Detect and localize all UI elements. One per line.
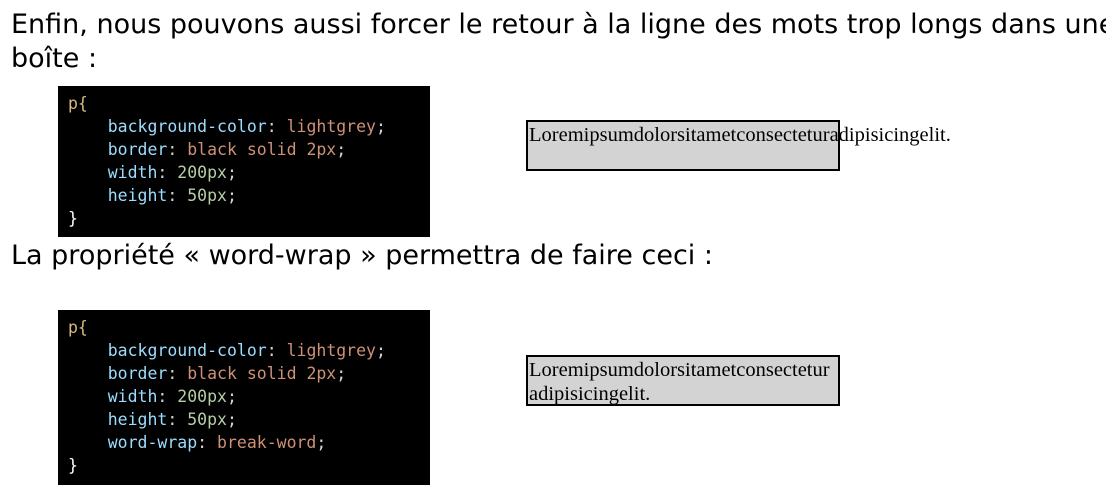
css-selector: p{: [68, 318, 88, 337]
code-line: background-color: lightgrey;: [68, 115, 430, 138]
css-colon: :: [266, 117, 287, 136]
css-property: height: [107, 186, 168, 205]
css-property: width: [107, 163, 158, 182]
word-wrap-paragraph: La propriété « word-wrap » permettra de …: [11, 239, 713, 273]
css-property: border: [107, 364, 168, 383]
code-line: word-wrap: break-word;: [68, 431, 430, 454]
code-line: border: black solid 2px;: [68, 362, 430, 385]
code-block-2: p{ background-color: lightgrey; border: …: [58, 310, 430, 485]
css-value: 200px: [177, 387, 227, 406]
css-semicolon: ;: [375, 341, 386, 360]
intro-paragraph: Enfin, nous pouvons aussi forcer le reto…: [11, 8, 1106, 76]
css-property: border: [107, 140, 168, 159]
css-semicolon: ;: [226, 163, 237, 182]
wrapped-demo-text: Loremipsumdolorsitametconsecteturadipisi…: [529, 359, 830, 405]
css-semicolon: ;: [316, 433, 327, 452]
code-line: height: 50px;: [68, 408, 430, 431]
code-line-close: }: [68, 207, 430, 230]
css-value: 50px: [187, 186, 227, 205]
code-line-selector: p{: [68, 316, 430, 339]
code-line: width: 200px;: [68, 161, 430, 184]
css-value: lightgrey: [286, 117, 376, 136]
css-value: 200px: [177, 163, 227, 182]
css-semicolon: ;: [336, 364, 347, 383]
css-colon: :: [167, 364, 188, 383]
intro-text-continued: boîte :: [11, 43, 98, 74]
css-colon: :: [167, 186, 188, 205]
css-property: background-color: [107, 341, 267, 360]
word-wrap-text: La propriété « word-wrap » permettra de …: [11, 240, 713, 271]
css-semicolon: ;: [226, 410, 237, 429]
css-selector: p{: [68, 94, 88, 113]
code-line-close: }: [68, 454, 430, 477]
css-semicolon: ;: [226, 387, 237, 406]
css-colon: :: [167, 410, 188, 429]
css-colon: :: [266, 341, 287, 360]
code-line-selector: p{: [68, 92, 430, 115]
overflow-demo-text: Loremipsumdolorsitametconsecteturadipisi…: [529, 124, 951, 146]
css-close-brace: }: [68, 209, 78, 228]
css-property: word-wrap: [107, 433, 198, 452]
css-property: height: [107, 410, 168, 429]
intro-text: Enfin, nous pouvons aussi forcer le reto…: [11, 9, 1106, 40]
css-value: black solid 2px: [187, 140, 337, 159]
code-line: height: 50px;: [68, 184, 430, 207]
css-colon: :: [167, 140, 188, 159]
css-close-brace: }: [68, 456, 78, 475]
css-value: lightgrey: [286, 341, 376, 360]
code-line: width: 200px;: [68, 385, 430, 408]
code-line: border: black solid 2px;: [68, 138, 430, 161]
overflow-demo-box: Loremipsumdolorsitametconsecteturadipisi…: [526, 120, 951, 171]
css-value: break-word: [217, 433, 317, 452]
wrapped-demo-box: Loremipsumdolorsitametconsecteturadipisi…: [526, 355, 840, 406]
css-value: 50px: [187, 410, 227, 429]
code-block-1: p{ background-color: lightgrey; border: …: [58, 86, 430, 237]
css-property: background-color: [107, 117, 267, 136]
css-value: black solid 2px: [187, 364, 337, 383]
code-line: background-color: lightgrey;: [68, 339, 430, 362]
css-semicolon: ;: [375, 117, 386, 136]
css-colon: :: [157, 163, 178, 182]
css-colon: :: [197, 433, 218, 452]
css-property: width: [107, 387, 158, 406]
css-semicolon: ;: [336, 140, 347, 159]
css-semicolon: ;: [226, 186, 237, 205]
css-colon: :: [157, 387, 178, 406]
